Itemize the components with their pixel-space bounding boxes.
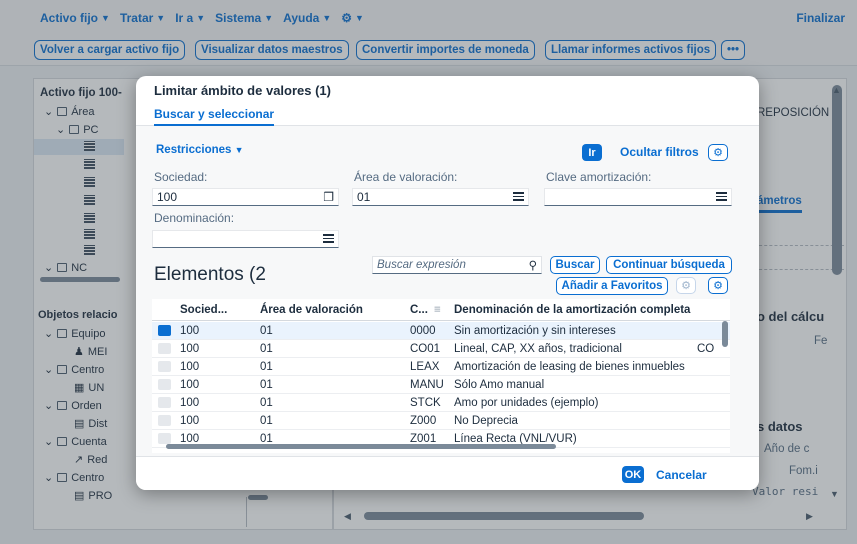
cell-extra: CO <box>697 343 715 355</box>
search-input[interactable]: Buscar expresión ⚲ <box>372 256 542 274</box>
search-icon[interactable]: ⚲ <box>529 258 537 272</box>
restricciones-toggle[interactable]: Restricciones ▼ <box>156 144 244 156</box>
go-button[interactable]: Ir <box>582 144 602 161</box>
table-row[interactable]: 100 01 0000 Sin amortización y sin inter… <box>152 322 730 340</box>
gear-icon: ⚙ <box>713 280 723 292</box>
sociedad-label: Sociedad: <box>154 170 208 184</box>
row-selector[interactable] <box>158 343 171 354</box>
table-row[interactable]: 100 01 LEAX Amortización de leasing de b… <box>152 358 730 376</box>
area-value: 01 <box>357 190 371 204</box>
table-row[interactable]: 100 01 STCK Amo por unidades (ejemplo) <box>152 394 730 412</box>
area-label: Área de valoración: <box>354 170 458 184</box>
row-selector[interactable] <box>158 361 171 372</box>
cell-area: 01 <box>260 361 273 373</box>
cell-sociedad: 100 <box>180 397 200 409</box>
continuar-busqueda-button[interactable]: Continuar búsqueda <box>606 256 732 274</box>
cell-sociedad: 100 <box>180 361 200 373</box>
clave-field[interactable] <box>544 188 732 206</box>
sociedad-value: 100 <box>157 190 178 204</box>
sociedad-field[interactable]: 100 ❐ <box>152 188 339 206</box>
denominacion-label: Denominación: <box>154 211 235 225</box>
copy-icon[interactable]: ❐ <box>323 190 334 204</box>
cell-sociedad: 100 <box>180 379 200 391</box>
elementos-title: Elementos (2 <box>154 264 266 285</box>
cell-area: 01 <box>260 325 273 337</box>
cell-area: 01 <box>260 397 273 409</box>
area-field[interactable]: 01 <box>352 188 529 206</box>
filter-settings-button[interactable]: ⚙ <box>708 144 728 161</box>
cell-denominacion: Lineal, CAP, XX años, tradicional <box>454 343 622 355</box>
row-selector[interactable] <box>158 433 171 444</box>
cell-clave: 0000 <box>410 325 436 337</box>
chevron-down-icon: ▼ <box>234 145 244 155</box>
table-settings-button[interactable]: ⚙ <box>708 277 728 294</box>
cell-denominacion: Sin amortización y sin intereses <box>454 325 616 337</box>
cell-clave: MANU <box>410 379 444 391</box>
cell-clave: Z000 <box>410 415 437 427</box>
sort-icon: ≡ <box>434 304 441 316</box>
cell-clave: LEAX <box>410 361 440 373</box>
cell-clave: STCK <box>410 397 441 409</box>
denominacion-field[interactable] <box>152 230 339 248</box>
value-help-icon[interactable] <box>323 232 334 246</box>
row-selector[interactable] <box>158 397 171 408</box>
col-area[interactable]: Área de valoración <box>260 304 363 316</box>
col-sociedad[interactable]: Socied... <box>180 304 227 316</box>
table-row[interactable]: 100 01 Z000 No Deprecia <box>152 412 730 430</box>
col-denominacion[interactable]: Denominación de la amortización completa <box>454 304 690 316</box>
table-horizontal-scrollbar[interactable] <box>166 444 556 449</box>
cell-area: 01 <box>260 343 273 355</box>
table-row[interactable]: 100 01 MANU Sólo Amo manual <box>152 376 730 394</box>
dialog-footer: OK Cancelar <box>136 456 759 490</box>
cell-area: 01 <box>260 379 273 391</box>
tab-buscar-seleccionar[interactable]: Buscar y seleccionar <box>154 107 275 127</box>
cell-sociedad: 100 <box>180 343 200 355</box>
cell-denominacion: Amo por unidades (ejemplo) <box>454 397 599 409</box>
cell-denominacion: Amortización de leasing de bienes inmueb… <box>454 361 685 373</box>
gear-icon: ⚙ <box>713 147 723 159</box>
dialog-title: Limitar ámbito de valores (1) <box>154 83 331 98</box>
value-range-dialog: Limitar ámbito de valores (1) Buscar y s… <box>136 76 759 490</box>
table-header: Socied... Área de valoración C... ≡ Deno… <box>152 299 730 321</box>
cell-area: 01 <box>260 415 273 427</box>
tab-bar: Buscar y seleccionar <box>136 104 759 127</box>
row-selector[interactable] <box>158 415 171 426</box>
results-table: Socied... Área de valoración C... ≡ Deno… <box>152 299 730 453</box>
value-help-icon[interactable] <box>716 190 727 204</box>
table-vertical-scrollbar[interactable] <box>722 321 728 347</box>
table-view-button[interactable]: ⚙ <box>676 277 696 294</box>
table-row[interactable]: 100 01 CO01 Lineal, CAP, XX años, tradic… <box>152 340 730 358</box>
cell-sociedad: 100 <box>180 325 200 337</box>
value-help-icon[interactable] <box>513 190 524 204</box>
col-clave[interactable]: C... <box>410 304 428 316</box>
add-favorites-button[interactable]: Añadir a Favoritos <box>556 277 668 295</box>
cancel-button[interactable]: Cancelar <box>656 468 707 482</box>
settings-disabled-icon: ⚙ <box>681 280 691 292</box>
row-selector[interactable] <box>158 325 171 336</box>
cell-denominacion: No Deprecia <box>454 415 518 427</box>
restricciones-label: Restricciones <box>156 144 232 156</box>
clave-label: Clave amortización: <box>546 170 652 184</box>
ok-button[interactable]: OK <box>622 466 644 483</box>
cell-clave: CO01 <box>410 343 441 355</box>
row-selector[interactable] <box>158 379 171 390</box>
hide-filters-link[interactable]: Ocultar filtros <box>620 145 699 159</box>
search-placeholder: Buscar expresión <box>377 259 466 271</box>
cell-denominacion: Sólo Amo manual <box>454 379 545 391</box>
cell-sociedad: 100 <box>180 415 200 427</box>
buscar-button[interactable]: Buscar <box>550 256 600 274</box>
